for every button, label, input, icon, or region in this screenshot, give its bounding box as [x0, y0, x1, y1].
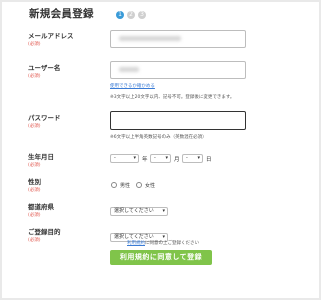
email-label: メールアドレス	[28, 32, 74, 40]
step-indicator-2: 2	[127, 11, 135, 19]
terms-link[interactable]: 利用規約	[127, 241, 145, 246]
month-unit: 月	[174, 157, 180, 163]
username-field[interactable]	[110, 61, 246, 79]
page-title: 新規会員登録	[29, 8, 94, 20]
birth-day-value: -	[186, 155, 188, 161]
prefecture-label: 都道府県	[28, 203, 54, 211]
chevron-down-icon: ▾	[162, 208, 165, 214]
gender-female-label: 女性	[145, 183, 156, 189]
purpose-label: ご登録目的	[28, 228, 61, 236]
password-label: パスワード	[28, 114, 61, 122]
email-value-redacted	[119, 36, 181, 41]
chevron-down-icon: ▾	[165, 155, 168, 161]
birth-year-select[interactable]: - ▾	[110, 154, 139, 163]
purpose-required-badge: (必須)	[28, 238, 41, 243]
gender-female-radio[interactable]	[136, 182, 142, 188]
agree-and-register-button[interactable]: 利用規約に同意して登録	[110, 250, 212, 265]
gender-male-label: 男性	[120, 183, 131, 189]
registration-card: 新規会員登録 1 2 3 メールアドレス (必須) ユーザー名 (必須) 使用で…	[2, 2, 319, 298]
prefecture-required-badge: (必須)	[28, 213, 41, 218]
step-indicator-3: 3	[138, 11, 146, 19]
password-note: ※6文字以上半角英数記号のみ（英数混在必須）	[110, 135, 207, 140]
birth-month-select[interactable]: - ▾	[150, 154, 171, 163]
birthday-required-badge: (必須)	[28, 163, 41, 168]
gender-required-badge: (必須)	[28, 188, 41, 193]
email-field[interactable]	[110, 30, 246, 48]
birth-month-value: -	[154, 155, 156, 161]
username-label: ユーザー名	[28, 64, 61, 72]
prefecture-value: 選択してください	[114, 208, 154, 214]
year-unit: 年	[142, 157, 148, 163]
chevron-down-icon: ▾	[133, 155, 136, 161]
password-required-badge: (必須)	[28, 124, 41, 129]
username-value-redacted	[119, 67, 139, 72]
terms-text: に同意の上ご登録ください	[145, 241, 199, 246]
prefecture-select[interactable]: 選択してください ▾	[110, 207, 168, 216]
username-required-badge: (必須)	[28, 74, 41, 79]
username-note: ※3文字以上20文字以内、記号不可。登録後に変更できます。	[110, 95, 235, 100]
gender-label: 性別	[28, 178, 41, 186]
day-unit: 日	[206, 157, 212, 163]
email-required-badge: (必須)	[28, 42, 41, 47]
terms-notice: 利用規約に同意の上ご登録ください	[127, 240, 199, 246]
chevron-down-icon: ▾	[197, 155, 200, 161]
check-username-link[interactable]: 使用できるか確かめる	[110, 83, 155, 89]
birth-day-select[interactable]: - ▾	[182, 154, 203, 163]
step-indicator-1: 1	[116, 11, 124, 19]
birth-year-value: -	[114, 155, 116, 161]
password-field[interactable]	[110, 111, 246, 130]
birthday-label: 生年月日	[28, 153, 54, 161]
gender-male-radio[interactable]	[111, 182, 117, 188]
